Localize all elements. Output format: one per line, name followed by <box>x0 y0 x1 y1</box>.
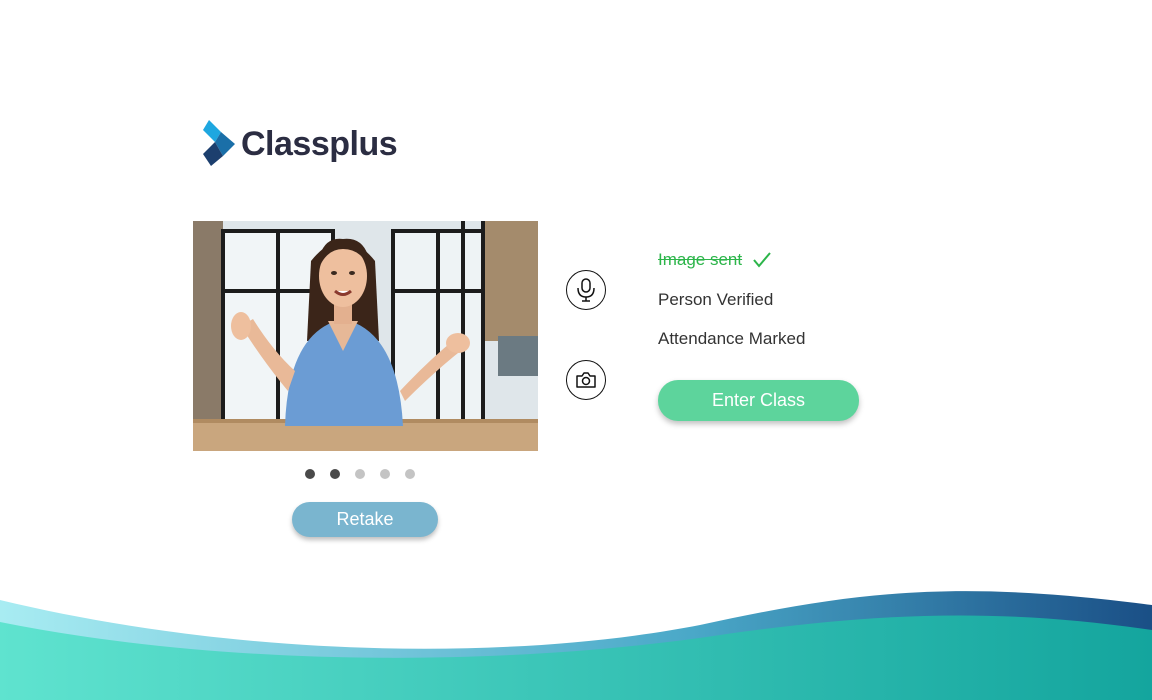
person-video-frame <box>193 221 538 451</box>
microphone-icon <box>577 278 595 302</box>
verification-page: Classplus Retake Image sent Person Verif… <box>0 0 1152 700</box>
enter-class-button[interactable]: Enter Class <box>658 380 859 421</box>
retake-button[interactable]: Retake <box>292 502 438 537</box>
carousel-dot-3[interactable] <box>355 469 365 479</box>
brand-logo: Classplus <box>199 120 398 168</box>
carousel-dot-1[interactable] <box>305 469 315 479</box>
carousel-dot-5[interactable] <box>405 469 415 479</box>
camera-icon <box>576 372 596 388</box>
status-image-sent-label: Image sent <box>658 250 743 269</box>
status-person-verified: Person Verified <box>658 290 774 309</box>
carousel-dots <box>305 469 415 479</box>
check-icon <box>753 252 771 268</box>
carousel-dot-4[interactable] <box>380 469 390 479</box>
video-preview <box>193 221 538 451</box>
classplus-logo-icon <box>203 120 235 166</box>
status-attendance-marked: Attendance Marked <box>658 329 806 348</box>
status-image-sent: Image sent <box>658 250 772 270</box>
microphone-button[interactable] <box>566 270 606 310</box>
brand-name: Classplus <box>241 124 398 163</box>
carousel-dot-2[interactable] <box>330 469 340 479</box>
camera-button[interactable] <box>566 360 606 400</box>
decorative-wave <box>0 591 1152 700</box>
